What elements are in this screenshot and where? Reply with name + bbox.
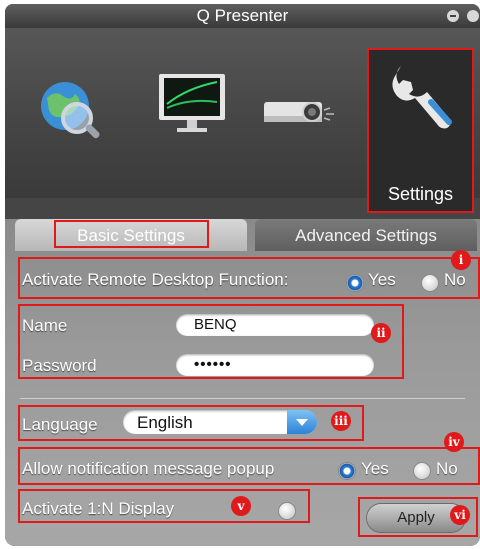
display-1n-toggle[interactable] (279, 503, 295, 519)
notification-label: Allow notification message popup (22, 459, 275, 478)
close-button[interactable] (467, 10, 479, 22)
notification-no-label: No (436, 459, 458, 478)
remote-desktop-label: Activate Remote Desktop Function: (22, 270, 289, 289)
callout-badge-vi: vi (450, 505, 470, 525)
notification-no-radio[interactable] (414, 463, 430, 479)
toolbar-projector[interactable] (260, 46, 360, 206)
notification-yes-label: Yes (361, 459, 389, 478)
callout-badge-ii: ii (371, 323, 391, 343)
globe-search-icon (41, 82, 100, 139)
callout-box-basic-tab (54, 220, 209, 248)
tab-advanced-label: Advanced Settings (295, 226, 437, 245)
callout-badge-iv: iv (444, 432, 464, 452)
notification-yes-radio[interactable] (339, 463, 355, 479)
language-label: Language (22, 415, 98, 434)
main-toolbar: Settings (5, 28, 480, 213)
callout-badge-iii: iii (331, 411, 351, 431)
display-1n-label: Activate 1:N Display (22, 499, 175, 518)
settings-label: Settings (387, 184, 454, 204)
section-divider (20, 398, 465, 399)
monitor-icon (159, 74, 225, 132)
callout-badge-i: i (451, 250, 471, 270)
chevron-down-icon[interactable] (287, 410, 317, 434)
toolbar-display[interactable] (155, 46, 255, 206)
toolbar-internet[interactable] (35, 46, 135, 206)
toolbar-settings[interactable]: Settings (367, 48, 474, 213)
remote-desktop-yes-radio[interactable] (347, 275, 363, 291)
remote-desktop-no-radio[interactable] (422, 275, 438, 291)
name-label: Name (22, 316, 68, 335)
password-label: Password (22, 356, 97, 375)
minimize-button[interactable] (447, 10, 459, 22)
name-input[interactable]: BENQ (176, 314, 374, 336)
tab-advanced-settings[interactable]: Advanced Settings (255, 219, 477, 251)
window-title: Q Presenter (196, 6, 289, 25)
language-select-value: English (137, 413, 193, 432)
remote-desktop-no-label: No (444, 270, 466, 289)
password-input[interactable]: •••••• (176, 354, 374, 376)
remote-desktop-yes-label: Yes (368, 270, 396, 289)
title-bar: Q Presenter (5, 4, 480, 28)
wrench-icon (392, 66, 452, 129)
callout-badge-v: v (231, 496, 251, 516)
language-select[interactable]: English (123, 410, 317, 434)
projector-icon (264, 102, 334, 122)
